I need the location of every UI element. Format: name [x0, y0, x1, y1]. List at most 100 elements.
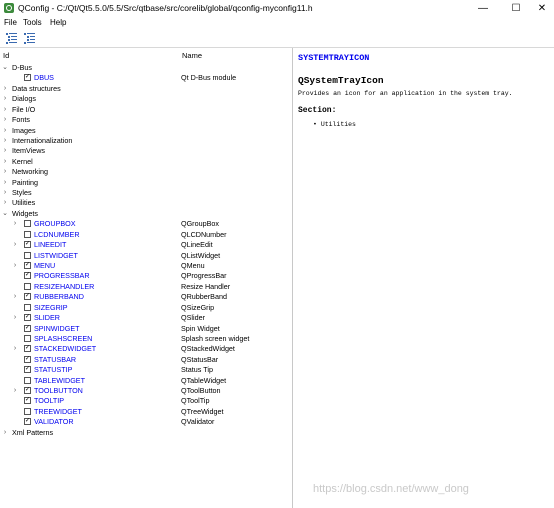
tree-row[interactable]: ✓ VALIDATOR QValidator: [0, 417, 292, 427]
tree-row[interactable]: ✓ STATUSTIP Status Tip: [0, 365, 292, 375]
tree-row[interactable]: › ✓ MENU QMenu: [0, 261, 292, 271]
tree-row[interactable]: › Xml Patterns: [0, 428, 292, 438]
column-header-name[interactable]: Name: [182, 51, 202, 60]
tree-row[interactable]: ✓ PROGRESSBAR QProgressBar: [0, 271, 292, 281]
tree-row[interactable]: › Data structures: [0, 84, 292, 94]
tree-row[interactable]: TREEWIDGET QTreeWidget: [0, 407, 292, 417]
feature-id[interactable]: TOOLBUTTON: [34, 386, 83, 396]
menu-tools[interactable]: Tools: [23, 18, 42, 27]
feature-checkbox[interactable]: [24, 220, 31, 228]
expand-arrow-icon[interactable]: ›: [1, 136, 9, 146]
feature-id[interactable]: TREEWIDGET: [34, 407, 82, 417]
expand-arrow-icon[interactable]: ›: [11, 219, 19, 229]
feature-id[interactable]: SPLASHSCREEN: [34, 334, 92, 344]
expand-arrow-icon[interactable]: ›: [11, 344, 19, 354]
expand-all-button[interactable]: [4, 31, 18, 45]
tree-row[interactable]: SPLASHSCREEN Splash screen widget: [0, 334, 292, 344]
expand-arrow-icon[interactable]: ›: [11, 292, 19, 302]
feature-id[interactable]: PROGRESSBAR: [34, 271, 90, 281]
feature-id[interactable]: RESIZEHANDLER: [34, 282, 94, 292]
feature-id[interactable]: RUBBERBAND: [34, 292, 84, 302]
feature-checkbox[interactable]: [24, 303, 31, 311]
column-header-id[interactable]: Id: [3, 51, 9, 60]
feature-checkbox[interactable]: ✓: [24, 324, 31, 332]
feature-checkbox[interactable]: [24, 251, 31, 259]
feature-id[interactable]: MENU: [34, 261, 55, 271]
tree-row[interactable]: › ItemViews: [0, 146, 292, 156]
expand-arrow-icon[interactable]: ›: [11, 240, 19, 250]
feature-checkbox[interactable]: ✓: [24, 345, 31, 353]
collapse-arrow-icon[interactable]: ⌄: [1, 209, 9, 219]
feature-checkbox[interactable]: [24, 282, 31, 290]
minimize-button[interactable]: —: [469, 0, 497, 17]
expand-arrow-icon[interactable]: ›: [1, 105, 9, 115]
expand-arrow-icon[interactable]: ›: [1, 146, 9, 156]
tree-row[interactable]: › Fonts: [0, 115, 292, 125]
expand-arrow-icon[interactable]: ›: [1, 167, 9, 177]
feature-checkbox[interactable]: ✓: [24, 241, 31, 249]
collapse-all-button[interactable]: [22, 31, 36, 45]
expand-arrow-icon[interactable]: ›: [1, 94, 9, 104]
feature-checkbox[interactable]: ✓: [24, 366, 31, 374]
expand-arrow-icon[interactable]: ›: [11, 261, 19, 271]
feature-checkbox[interactable]: ✓: [24, 293, 31, 301]
doc-feature-link[interactable]: SYSTEMTRAYICON: [298, 53, 369, 63]
feature-id[interactable]: STACKEDWIDGET: [34, 344, 96, 354]
feature-checkbox[interactable]: ✓: [24, 314, 31, 322]
feature-checkbox[interactable]: ✓: [24, 272, 31, 280]
maximize-button[interactable]: ☐: [502, 0, 530, 17]
feature-id[interactable]: LCDNUMBER: [34, 230, 80, 240]
menu-file[interactable]: File: [4, 18, 17, 27]
tree-row[interactable]: › ✓ TOOLBUTTON QToolButton: [0, 386, 292, 396]
feature-id[interactable]: TABLEWIDGET: [34, 376, 85, 386]
feature-checkbox[interactable]: [24, 407, 31, 415]
tree-row[interactable]: ✓ STATUSBAR QStatusBar: [0, 355, 292, 365]
expand-arrow-icon[interactable]: ›: [1, 157, 9, 167]
expand-arrow-icon[interactable]: ›: [1, 126, 9, 136]
feature-id[interactable]: SLIDER: [34, 313, 60, 323]
tree-row[interactable]: › Utilities: [0, 198, 292, 208]
feature-id[interactable]: LINEEDIT: [34, 240, 66, 250]
tree-row[interactable]: › ✓ RUBBERBAND QRubberBand: [0, 292, 292, 302]
tree-row[interactable]: LCDNUMBER QLCDNumber: [0, 230, 292, 240]
feature-checkbox[interactable]: ✓: [24, 397, 31, 405]
menu-help[interactable]: Help: [50, 18, 66, 27]
expand-arrow-icon[interactable]: ›: [11, 386, 19, 396]
feature-id[interactable]: STATUSTIP: [34, 365, 72, 375]
tree-row[interactable]: TABLEWIDGET QTableWidget: [0, 376, 292, 386]
feature-checkbox[interactable]: [24, 334, 31, 342]
expand-arrow-icon[interactable]: ›: [1, 198, 9, 208]
feature-id[interactable]: STATUSBAR: [34, 355, 76, 365]
feature-checkbox[interactable]: [24, 376, 31, 384]
collapse-arrow-icon[interactable]: ⌄: [1, 63, 9, 73]
tree-row[interactable]: ⌄ D-Bus: [0, 63, 292, 73]
feature-id[interactable]: SPINWIDGET: [34, 324, 80, 334]
tree-row[interactable]: › Styles: [0, 188, 292, 198]
tree-row[interactable]: SIZEGRIP QSizeGrip: [0, 303, 292, 313]
feature-id[interactable]: SIZEGRIP: [34, 303, 68, 313]
tree-row[interactable]: RESIZEHANDLER Resize Handler: [0, 282, 292, 292]
expand-arrow-icon[interactable]: ›: [1, 84, 9, 94]
feature-id[interactable]: VALIDATOR: [34, 417, 74, 427]
expand-arrow-icon[interactable]: ›: [1, 188, 9, 198]
expand-arrow-icon[interactable]: ›: [1, 115, 9, 125]
feature-checkbox[interactable]: [24, 230, 31, 238]
tree-row[interactable]: › ✓ LINEEDIT QLineEdit: [0, 240, 292, 250]
tree-row[interactable]: ✓ SPINWIDGET Spin Widget: [0, 324, 292, 334]
tree-row[interactable]: LISTWIDGET QListWidget: [0, 251, 292, 261]
feature-checkbox[interactable]: ✓: [24, 387, 31, 395]
tree-row[interactable]: › ✓ SLIDER QSlider: [0, 313, 292, 323]
feature-id[interactable]: LISTWIDGET: [34, 251, 78, 261]
tree-row[interactable]: › Painting: [0, 178, 292, 188]
feature-checkbox[interactable]: ✓: [24, 74, 31, 82]
feature-id[interactable]: GROUPBOX: [34, 219, 76, 229]
tree-row[interactable]: › Networking: [0, 167, 292, 177]
close-button[interactable]: ✕: [528, 0, 554, 17]
feature-checkbox[interactable]: ✓: [24, 418, 31, 426]
expand-arrow-icon[interactable]: ›: [11, 313, 19, 323]
tree-row[interactable]: ✓ DBUS Qt D-Bus module: [0, 73, 292, 83]
feature-id[interactable]: TOOLTIP: [34, 396, 64, 406]
tree-row[interactable]: › Kernel: [0, 157, 292, 167]
tree-row[interactable]: › Images: [0, 126, 292, 136]
feature-tree[interactable]: Id Name ⌄ D-Bus ✓ DBUS Qt D-Bus module › Data …: [0, 48, 293, 508]
